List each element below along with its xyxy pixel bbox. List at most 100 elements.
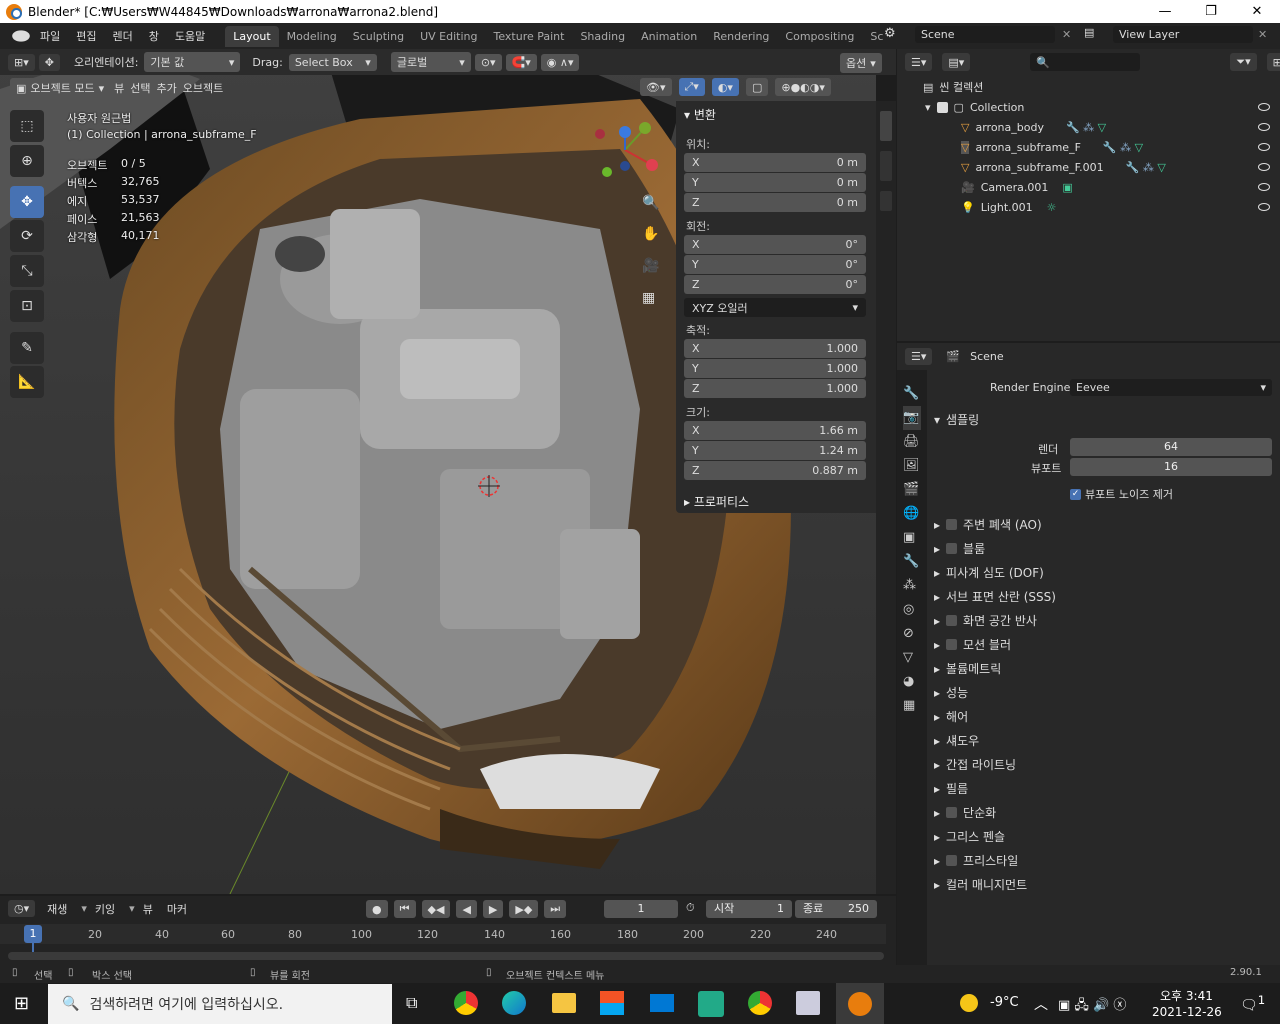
play-reverse-icon[interactable]: ◀ (456, 900, 477, 918)
file-explorer-icon[interactable] (552, 993, 576, 1013)
render-tab-icon[interactable]: 📷 (903, 406, 921, 430)
eye-icon[interactable] (1258, 183, 1270, 191)
particles-tab-icon[interactable]: ⁂ (903, 574, 921, 598)
view-layer-icon[interactable]: ▤ (1084, 26, 1110, 46)
playhead[interactable]: 1 (24, 925, 42, 943)
jump-start-icon[interactable]: ⏮ (393, 900, 416, 918)
task-view-icon[interactable]: ⧉ (406, 993, 417, 1013)
snap-icon[interactable]: 🧲▾ (505, 53, 537, 71)
clock-date[interactable]: 2021-12-26 (1152, 1005, 1222, 1019)
next-keyframe-icon[interactable]: ▶◆ (509, 900, 539, 918)
view-menu[interactable]: 뷰 (114, 80, 124, 96)
modifier-tab-icon[interactable]: 🔧 (903, 550, 921, 574)
outliner-item-arrona-subframe-f[interactable]: ▽ arrona_subframe_F 🔧 ⁂ ▽ (897, 137, 1280, 157)
add-menu[interactable]: 추가 (157, 80, 177, 96)
output-tab-icon[interactable]: 🖨 (903, 430, 921, 454)
properties-subpanel-header[interactable]: ▸ 프로퍼티스 (684, 493, 749, 510)
measure-tool-icon[interactable]: 📐 (10, 366, 44, 398)
gizmo-x-axis[interactable] (646, 159, 658, 171)
close-button[interactable]: ✕ (1234, 0, 1280, 23)
eye-icon[interactable] (1258, 143, 1270, 151)
eye-icon[interactable] (1258, 163, 1270, 171)
jump-end-icon[interactable]: ⏭ (544, 900, 567, 918)
zoom-icon[interactable]: 🔍 (642, 195, 659, 211)
edge-icon[interactable] (502, 991, 526, 1015)
material-tab-icon[interactable]: ◕ (903, 670, 921, 694)
navigation-gizmo[interactable] (592, 118, 666, 184)
notification-icon[interactable]: 🗨1 (1240, 993, 1265, 1014)
scale-y-field[interactable]: Y 1.000 (684, 359, 866, 378)
new-collection-icon[interactable]: ⊞ (1266, 53, 1280, 71)
select-menu[interactable]: 선택 (130, 80, 150, 96)
collection-row[interactable]: ▾ ▢ Collection (897, 97, 1280, 117)
section-shadows[interactable]: ▸ 섀도우 (934, 732, 979, 749)
display-mode-icon[interactable]: ▤▾ (942, 53, 971, 71)
scene-close-icon[interactable]: ✕ (1062, 28, 1071, 41)
outliner-item-light[interactable]: 💡 Light.001 ☼ (897, 197, 1280, 217)
location-z-field[interactable]: Z0 m (684, 193, 866, 212)
xray-icon[interactable]: ▢ (745, 78, 769, 96)
scale-z-field[interactable]: Z 1.000 (684, 379, 866, 398)
rotation-x-field[interactable]: X 0° (684, 235, 866, 254)
outliner-item-arrona-subframe-f001[interactable]: ▽ arrona_subframe_F.001 🔧 ⁂ ▽ (897, 157, 1280, 177)
outliner-search-input[interactable]: 🔍 (1030, 53, 1141, 71)
menu-edit[interactable]: 편집 (68, 28, 104, 44)
store-icon[interactable] (600, 991, 624, 1015)
gizmo-neg-y[interactable] (602, 167, 612, 177)
tab-layout[interactable]: Layout (225, 25, 279, 47)
outliner-item-camera[interactable]: 🎥 Camera.001 ▣ (897, 177, 1280, 197)
marker-menu[interactable]: 마커 (167, 901, 187, 917)
dimension-x-field[interactable]: X 1.66 m (684, 421, 866, 440)
rotate-tool-icon[interactable]: ⟳ (10, 220, 44, 252)
options-dropdown[interactable]: 옵션 ▾ (840, 53, 882, 73)
transform-orientation-dropdown[interactable]: 글로벌 ▾ (390, 52, 471, 72)
ortho-grid-icon[interactable]: ▦ (642, 290, 655, 306)
viewport-samples-field[interactable]: 16 (1070, 458, 1272, 476)
minimize-button[interactable]: — (1142, 0, 1188, 23)
tab-uv-editing[interactable]: UV Editing (412, 26, 485, 47)
keying-menu[interactable]: 키잉 (95, 901, 115, 917)
section-volumetrics[interactable]: ▸ 볼륨메트릭 (934, 660, 1001, 677)
outliner-item-arrona-body[interactable]: ▽ arrona_body 🔧 ⁂ ▽ (897, 117, 1280, 137)
play-icon[interactable]: ▶ (482, 900, 504, 918)
view-layer-selector[interactable]: View Layer (1113, 26, 1253, 43)
section-freestyle[interactable]: ▸ 프리스타일 (934, 852, 1018, 869)
properties-editor-icon[interactable]: ☰▾ (905, 348, 933, 365)
gizmo-toggle-icon[interactable]: ⤢▾ (678, 78, 705, 96)
menu-window[interactable]: 창 (141, 28, 167, 44)
eye-icon[interactable] (1258, 203, 1270, 211)
timeline-view-menu[interactable]: 뷰 (143, 901, 153, 917)
tool-tab-icon[interactable]: 🔧 (903, 382, 921, 406)
view-tab[interactable] (880, 191, 892, 211)
clock-icon[interactable]: ⏱ (686, 901, 695, 915)
pan-hand-icon[interactable]: ✋ (642, 226, 659, 242)
scale-tool-icon[interactable]: ⤡ (10, 255, 44, 287)
section-dof[interactable]: ▸ 피사계 심도 (DOF) (934, 564, 1044, 581)
pivot-icon[interactable]: ⊙▾ (474, 53, 502, 71)
tray-icons[interactable]: ▣ 🖧 🔊 ⓧ (1058, 994, 1126, 1018)
taskbar-search-box[interactable]: 🔍 검색하려면 여기에 입력하십시오. (48, 984, 392, 1024)
scale-x-field[interactable]: X 1.000 (684, 339, 866, 358)
blender-taskbar-icon[interactable] (848, 992, 872, 1016)
rotation-z-field[interactable]: Z 0° (684, 275, 866, 294)
section-ao[interactable]: ▸ 주변 폐색 (AO) (934, 516, 1042, 533)
item-tab[interactable] (880, 111, 892, 141)
blender-menu-icon[interactable] (12, 30, 30, 42)
object-menu[interactable]: 오브젝트 (183, 80, 223, 96)
section-motion-blur[interactable]: ▸ 모션 블러 (934, 636, 1011, 653)
temperature[interactable]: -9°C (990, 995, 1019, 1010)
playback-menu[interactable]: 재생 (47, 901, 67, 917)
physics-tab-icon[interactable]: ◎ (903, 598, 921, 622)
section-hair[interactable]: ▸ 해어 (934, 708, 968, 725)
eye-icon[interactable] (1258, 123, 1270, 131)
scene-tab-icon[interactable]: 🎬 (903, 478, 921, 502)
mode-dropdown[interactable]: ▣ 오브젝트 모드 ▾ (10, 78, 111, 98)
view-layer-close-icon[interactable]: ✕ (1258, 28, 1267, 41)
annotate-tool-icon[interactable]: ✎ (10, 332, 44, 364)
section-indirect-lighting[interactable]: ▸ 간접 라이트닝 (934, 756, 1016, 773)
section-bloom[interactable]: ▸ 블룸 (934, 540, 985, 557)
windows-start-icon[interactable]: ⊞ (14, 993, 29, 1014)
select-box-tool-icon[interactable]: ⬚ (10, 110, 44, 142)
shading-modes-icon[interactable]: ⊕●◐◑▾ (775, 78, 831, 96)
viewport-denoise-checkbox[interactable]: ✓ 뷰포트 노이즈 제거 (1070, 486, 1173, 502)
